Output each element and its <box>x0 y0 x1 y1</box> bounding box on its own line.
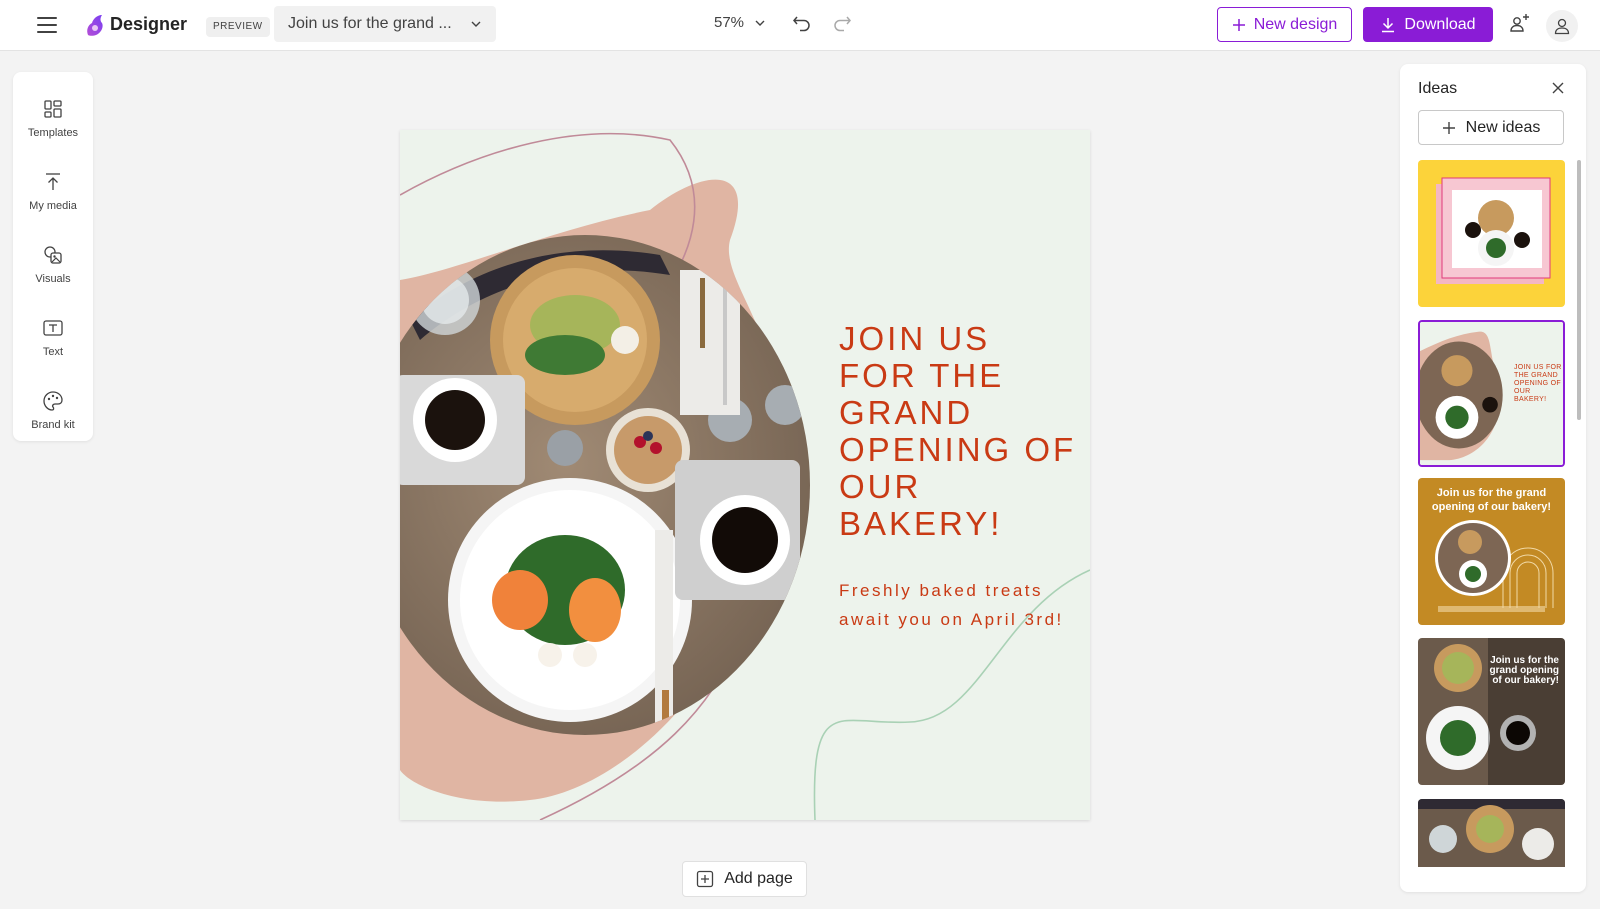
tool-text[interactable]: Text <box>13 307 93 371</box>
new-design-button[interactable]: New design <box>1217 7 1352 42</box>
idea-thumbnail[interactable] <box>1418 160 1565 307</box>
plus-icon <box>1442 121 1455 134</box>
tool-my-media[interactable]: My media <box>13 161 93 225</box>
text-icon <box>43 320 63 336</box>
zoom-level: 57% <box>714 14 745 31</box>
idea-preview-photo <box>1418 799 1565 867</box>
canvas-headline[interactable]: JOIN US FOR THE GRAND OPENING OF OUR BAK… <box>839 320 1079 542</box>
add-page-icon <box>697 870 714 888</box>
idea-thumbnail[interactable]: Join us for the grand opening of our bak… <box>1418 638 1565 785</box>
tool-label: Visuals <box>35 273 71 285</box>
chevron-down-icon <box>755 20 765 26</box>
add-page-button[interactable]: Add page <box>682 861 807 897</box>
download-icon <box>1382 17 1395 32</box>
new-design-label: New design <box>1253 15 1338 33</box>
idea-thumbnail-selected[interactable]: JOIN US FOR THE GRAND OPENING OF OUR BAK… <box>1418 320 1565 467</box>
tool-brand-kit[interactable]: Brand kit <box>13 380 93 444</box>
redo-icon[interactable] <box>832 13 852 33</box>
tool-label: Brand kit <box>31 419 75 431</box>
designer-logo-icon <box>87 15 103 36</box>
download-label: Download <box>1404 15 1476 33</box>
design-canvas[interactable]: JOIN US FOR THE GRAND OPENING OF OUR BAK… <box>400 130 1090 820</box>
left-toolbar: Templates My media Visuals Text Brand ki… <box>13 72 93 441</box>
food-photo <box>400 235 810 735</box>
idea-thumbnail-text: Join us for the grand opening of our bak… <box>1431 487 1552 513</box>
idea-thumbnail[interactable] <box>1418 799 1565 867</box>
ideas-title: Ideas <box>1418 80 1458 97</box>
download-button[interactable]: Download <box>1363 7 1493 42</box>
ideas-scrollbar[interactable] <box>1577 160 1581 420</box>
preview-badge: PREVIEW <box>206 17 270 37</box>
upload-icon <box>46 173 60 190</box>
close-icon[interactable] <box>1550 80 1566 96</box>
new-ideas-button[interactable]: New ideas <box>1418 110 1564 145</box>
tool-visuals[interactable]: Visuals <box>13 234 93 298</box>
undo-icon[interactable] <box>792 13 812 33</box>
menu-icon[interactable] <box>36 14 58 36</box>
share-icon[interactable] <box>1508 12 1532 36</box>
add-page-label: Add page <box>724 870 793 887</box>
tool-label: My media <box>29 200 77 212</box>
design-title-dropdown[interactable]: Join us for the grand ... <box>274 6 496 42</box>
tool-templates[interactable]: Templates <box>13 88 93 152</box>
top-bar: Designer PREVIEW Join us for the grand .… <box>0 0 1600 51</box>
templates-icon <box>44 100 62 118</box>
plus-icon <box>1232 18 1245 31</box>
idea-thumbnail[interactable]: Join us for the grand opening of our bak… <box>1418 478 1565 625</box>
ideas-panel: Ideas New ideas JOIN US FOR THE GRAND OP… <box>1400 64 1586 892</box>
canvas-subline[interactable]: Freshly baked treats await you on April … <box>839 576 1069 634</box>
tool-label: Templates <box>27 127 79 139</box>
visuals-icon <box>44 246 62 264</box>
chevron-down-icon <box>471 21 481 27</box>
idea-preview-yellow <box>1418 160 1565 307</box>
palette-icon <box>43 391 63 411</box>
idea-thumbnail-text: JOIN US FOR THE GRAND OPENING OF OUR BAK… <box>1514 364 1562 403</box>
zoom-dropdown[interactable]: 57% <box>714 14 766 31</box>
app-name: Designer <box>110 14 188 34</box>
idea-thumbnail-text: Join us for the grand opening of our bak… <box>1489 655 1559 686</box>
design-title: Join us for the grand ... <box>288 15 452 32</box>
tool-label: Text <box>42 346 64 358</box>
account-icon[interactable] <box>1546 10 1578 42</box>
new-ideas-label: New ideas <box>1465 118 1541 136</box>
